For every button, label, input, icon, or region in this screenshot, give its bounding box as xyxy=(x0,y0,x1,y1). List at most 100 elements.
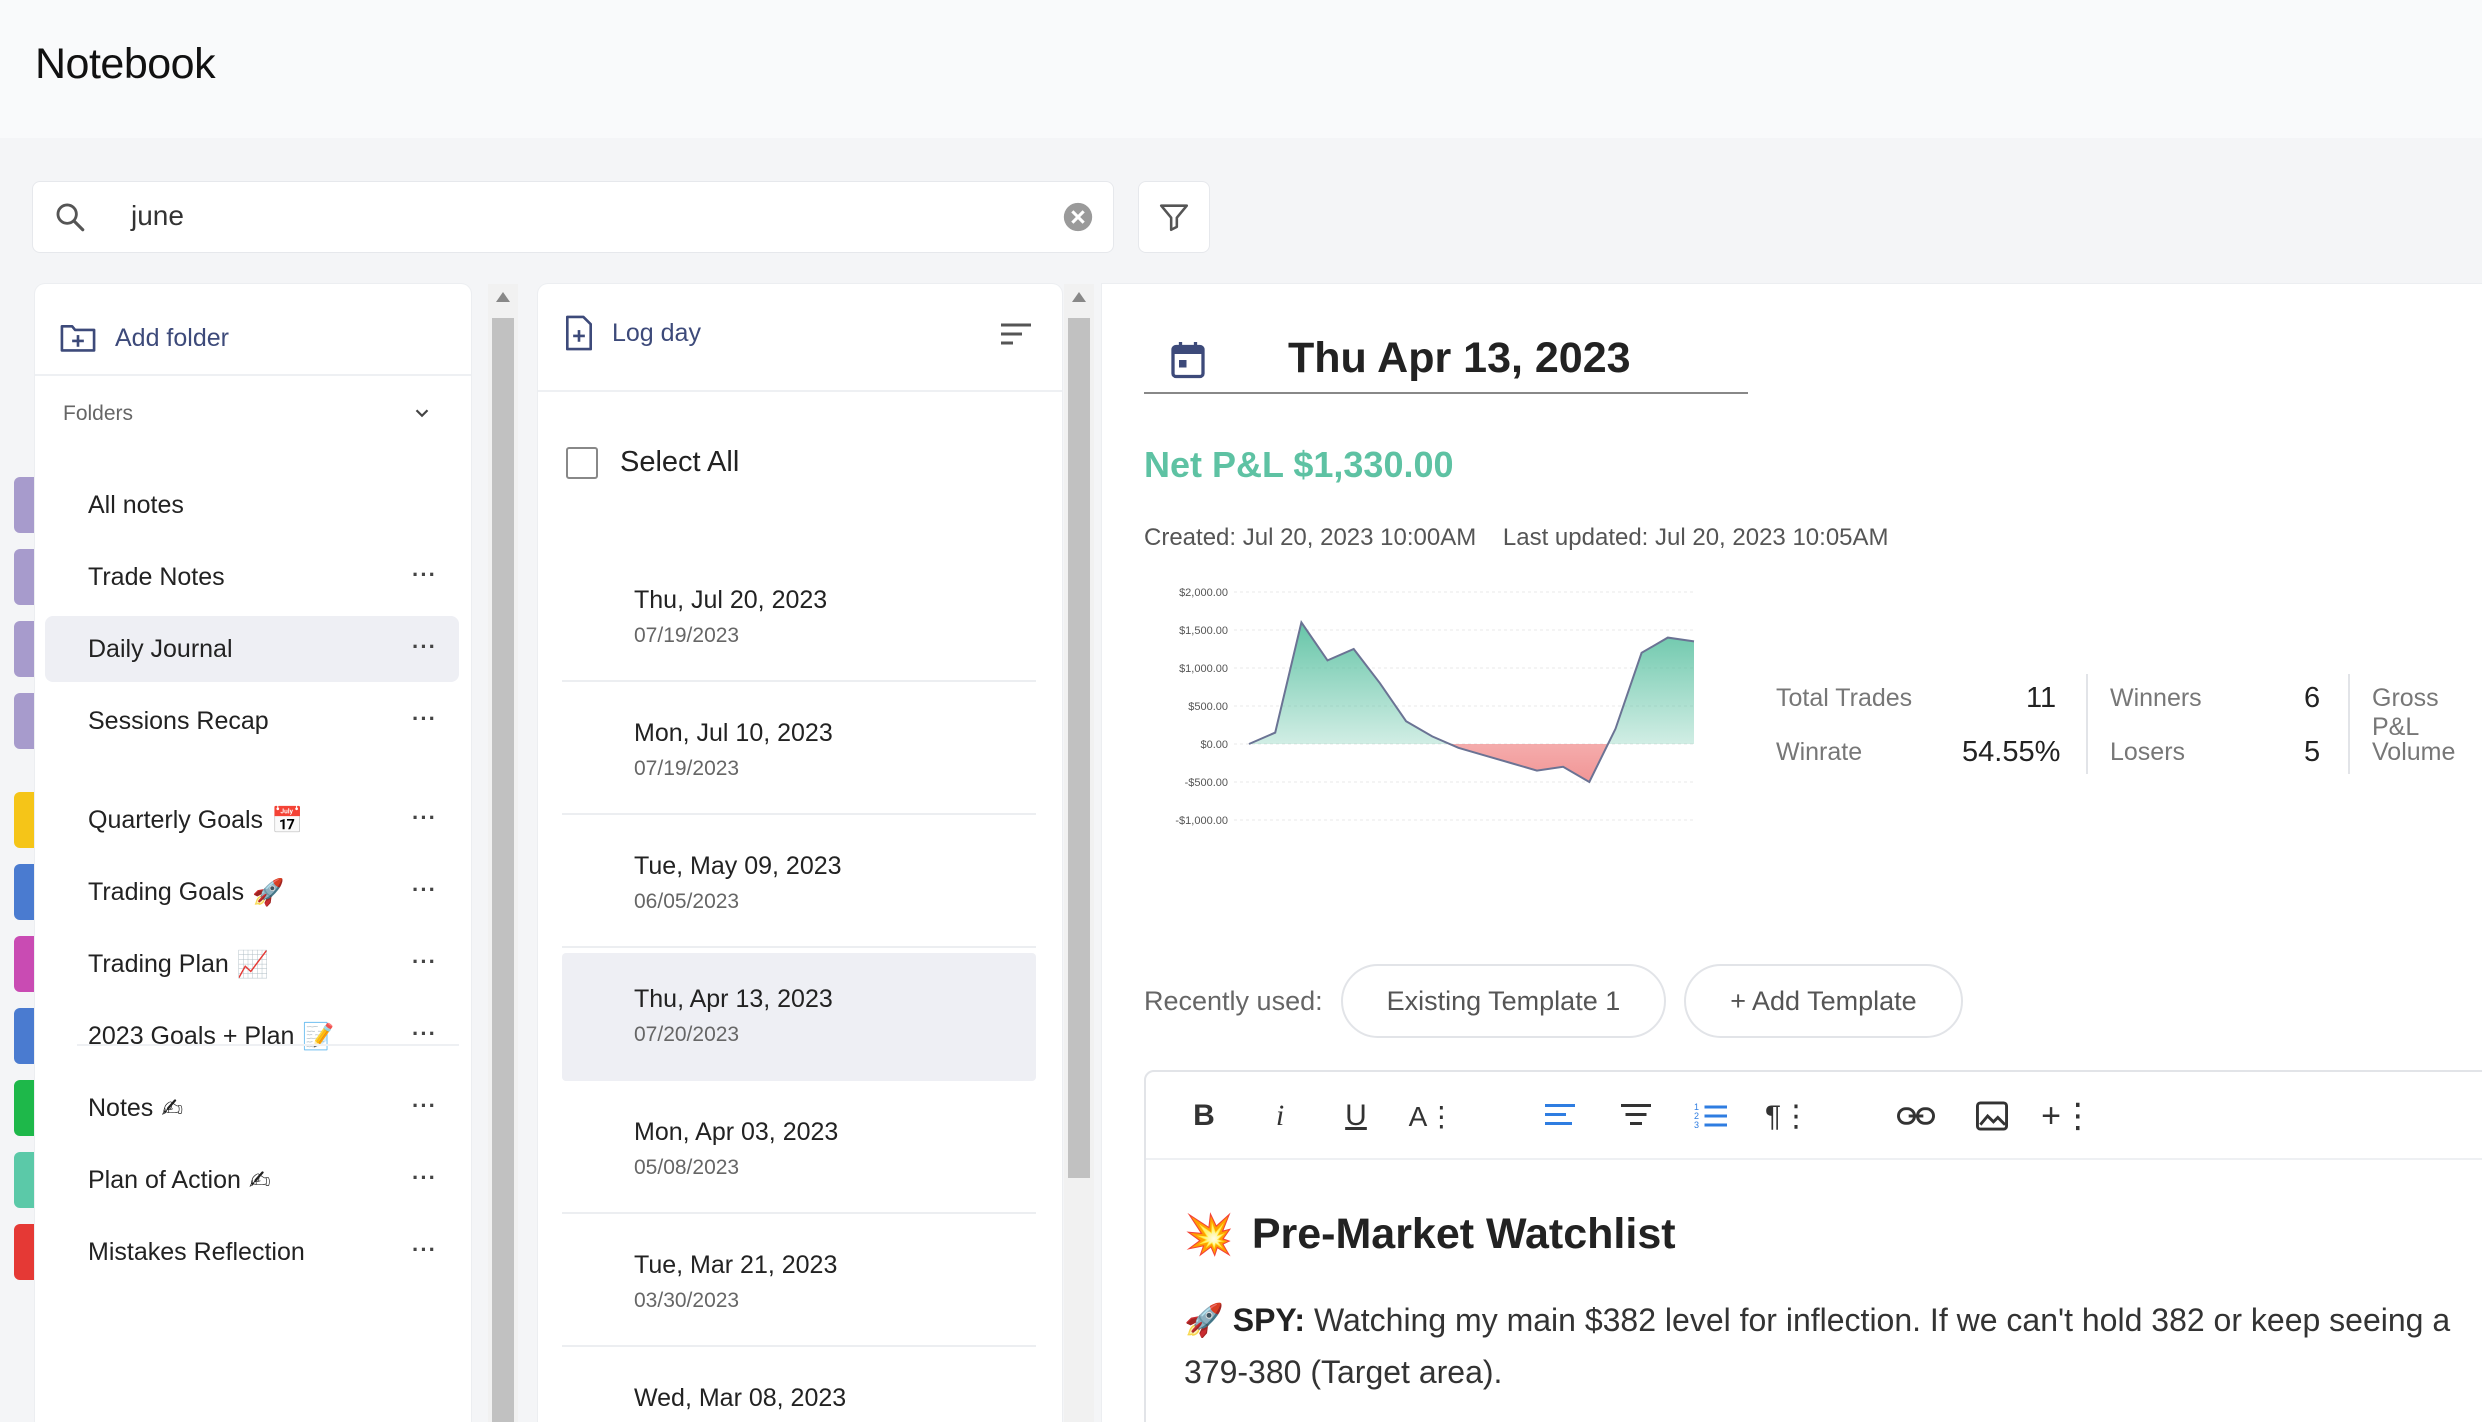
folders-section-label: Folders xyxy=(63,402,134,425)
clear-icon[interactable] xyxy=(1061,200,1095,234)
note-list-item[interactable]: Tue, Mar 21, 2023 03/30/2023 xyxy=(562,1219,1036,1347)
log-day-label: Log day xyxy=(612,318,701,347)
align-left-icon[interactable] xyxy=(1538,1094,1582,1138)
folder-item[interactable]: Sessions Recap ··· xyxy=(45,688,459,754)
note-subdate: 07/20/2023 xyxy=(634,1023,740,1046)
note-list-item[interactable]: Tue, May 09, 2023 06/05/2023 xyxy=(562,820,1036,948)
more-options-icon[interactable]: ··· xyxy=(412,706,437,732)
scroll-thumb[interactable] xyxy=(492,318,514,1422)
rocket-icon: 🚀 xyxy=(1184,1302,1224,1338)
folder-emoji-icon: ✍ xyxy=(161,1092,184,1123)
folder-color-tab xyxy=(14,549,34,605)
note-list-item[interactable]: Thu, Jul 20, 2023 07/19/2023 xyxy=(562,554,1036,682)
paragraph-icon[interactable]: ¶⋮ xyxy=(1765,1094,1811,1138)
note-list-item[interactable]: Wed, Mar 08, 202304/17/2023 xyxy=(562,1352,1036,1422)
insert-more-icon[interactable]: +⋮ xyxy=(2041,1094,2095,1138)
divider xyxy=(35,374,471,376)
font-size-icon[interactable]: A⋮ xyxy=(1409,1094,1456,1138)
more-options-icon[interactable]: ··· xyxy=(412,1093,437,1119)
notes-scrollbar[interactable] xyxy=(1064,284,1094,1422)
folder-color-tab xyxy=(14,621,34,677)
more-options-icon[interactable]: ··· xyxy=(412,1165,437,1191)
log-day-button[interactable]: Log day xyxy=(564,314,701,352)
chart-y-tick-label: $0.00 xyxy=(1200,739,1228,751)
folder-color-tab xyxy=(14,1008,34,1064)
winrate-label: Winrate xyxy=(1776,738,1863,766)
folder-color-tab xyxy=(14,693,34,749)
underline-icon[interactable]: U xyxy=(1334,1094,1378,1138)
chart-area-positive xyxy=(1249,622,1694,744)
folders-section-toggle[interactable]: Folders xyxy=(63,402,473,426)
note-list-item[interactable]: Mon, Apr 03, 2023 05/08/2023 xyxy=(562,1086,1036,1214)
total-trades-value: 11 xyxy=(2026,682,2057,714)
scroll-up-arrow[interactable] xyxy=(496,292,510,302)
paragraph-text-2: 379-380 (Target area). xyxy=(1184,1354,1503,1390)
folder-item[interactable]: Trade Notes ··· xyxy=(45,544,459,610)
folder-label: Daily Journal xyxy=(88,634,233,663)
note-list-item[interactable]: Thu, Apr 13, 2023 07/20/2023 xyxy=(562,953,1036,1081)
folder-item[interactable]: Notes ✍ ··· xyxy=(45,1075,459,1141)
folder-color-tab xyxy=(14,936,34,992)
winrate-value: 54.55% xyxy=(1962,736,2061,768)
image-icon[interactable] xyxy=(1970,1094,2014,1138)
checkbox[interactable] xyxy=(566,446,598,479)
bold-icon[interactable]: B xyxy=(1182,1094,1226,1138)
add-folder-button[interactable]: Add folder xyxy=(59,308,229,368)
search-value[interactable]: june xyxy=(131,200,184,232)
file-plus-icon xyxy=(565,315,593,351)
chart-y-tick-label: -$1,000.00 xyxy=(1175,815,1228,827)
folder-item[interactable]: Trading Goals 🚀 ··· xyxy=(45,859,459,925)
gross-pl-label: Gross P&L xyxy=(2372,684,2439,741)
losers-value: 5 xyxy=(2304,736,2321,768)
folder-item[interactable]: Quarterly Goals 📅 ··· xyxy=(45,787,459,853)
chart-y-tick-label: -$500.00 xyxy=(1185,777,1228,789)
folder-emoji-icon: ✍ xyxy=(248,1164,271,1195)
more-options-icon[interactable]: ··· xyxy=(412,634,437,660)
folder-emoji-icon: 📝 xyxy=(302,1020,335,1051)
note-subdate: 05/08/2023 xyxy=(634,1156,740,1179)
note-title: Thu, Apr 13, 2023 xyxy=(634,985,833,1013)
folder-item[interactable]: All notes xyxy=(45,472,459,538)
folder-item[interactable]: Mistakes Reflection ··· xyxy=(45,1219,459,1285)
folders-scrollbar[interactable] xyxy=(488,284,518,1422)
paragraph-text: Watching my main $382 level for inflecti… xyxy=(1305,1302,2451,1338)
folder-label: All notes xyxy=(88,490,184,519)
link-icon[interactable] xyxy=(1894,1094,1938,1138)
template-pill[interactable]: Existing Template 1 xyxy=(1340,964,1667,1038)
more-options-icon[interactable]: ··· xyxy=(412,562,437,588)
divider xyxy=(2086,674,2088,774)
more-options-icon[interactable]: ··· xyxy=(412,1237,437,1263)
updated-timestamp: Last updated: Jul 20, 2023 10:05AM xyxy=(1502,524,1889,551)
heading-text: Pre-Market Watchlist xyxy=(1251,1210,1676,1258)
filter-button[interactable] xyxy=(1138,181,1210,253)
folder-item[interactable]: 2023 Goals + Plan 📝 ··· xyxy=(45,1003,459,1069)
more-options-icon[interactable]: ··· xyxy=(412,949,437,975)
scroll-up-arrow[interactable] xyxy=(1072,292,1086,302)
numbered-list-icon[interactable]: 123 xyxy=(1690,1094,1734,1138)
italic-icon[interactable]: i xyxy=(1258,1094,1302,1138)
more-options-icon[interactable]: ··· xyxy=(412,805,437,831)
folder-item[interactable]: Daily Journal ··· xyxy=(45,616,459,682)
scroll-thumb[interactable] xyxy=(1068,318,1090,1178)
folder-label: Notes xyxy=(88,1093,154,1122)
note-subdate: 06/05/2023 xyxy=(634,890,740,913)
sort-icon[interactable] xyxy=(998,320,1034,348)
search-input[interactable]: june xyxy=(32,181,1114,253)
align-center-icon[interactable] xyxy=(1614,1094,1658,1138)
editor-toolbar: B i U A⋮ 123 ¶⋮ +⋮ xyxy=(1146,1072,2482,1160)
folder-item[interactable]: Trading Plan 📈 ··· xyxy=(45,931,459,997)
select-all-checkbox[interactable]: Select All xyxy=(566,446,739,479)
note-title: Tue, Mar 21, 2023 xyxy=(634,1251,838,1279)
chart-y-tick-label: $1,500.00 xyxy=(1179,625,1228,637)
volume-label: Volume xyxy=(2372,738,2456,766)
folder-label: Plan of Action xyxy=(88,1165,241,1194)
date-picker[interactable]: Thu Apr 13, 2023 xyxy=(1144,330,1748,394)
add-template-button[interactable]: + Add Template xyxy=(1684,964,1963,1038)
more-options-icon[interactable]: ··· xyxy=(412,877,437,903)
divider xyxy=(2348,674,2350,774)
folder-item[interactable]: Plan of Action ✍ ··· xyxy=(45,1147,459,1213)
note-list-item[interactable]: Mon, Jul 10, 2023 07/19/2023 xyxy=(562,687,1036,815)
recently-used-label: Recently used: xyxy=(1144,985,1323,1016)
folder-label: Sessions Recap xyxy=(88,706,269,735)
rich-text-editor[interactable]: B i U A⋮ 123 ¶⋮ +⋮ 💥Pre-Market Watchlis xyxy=(1144,1070,2482,1422)
